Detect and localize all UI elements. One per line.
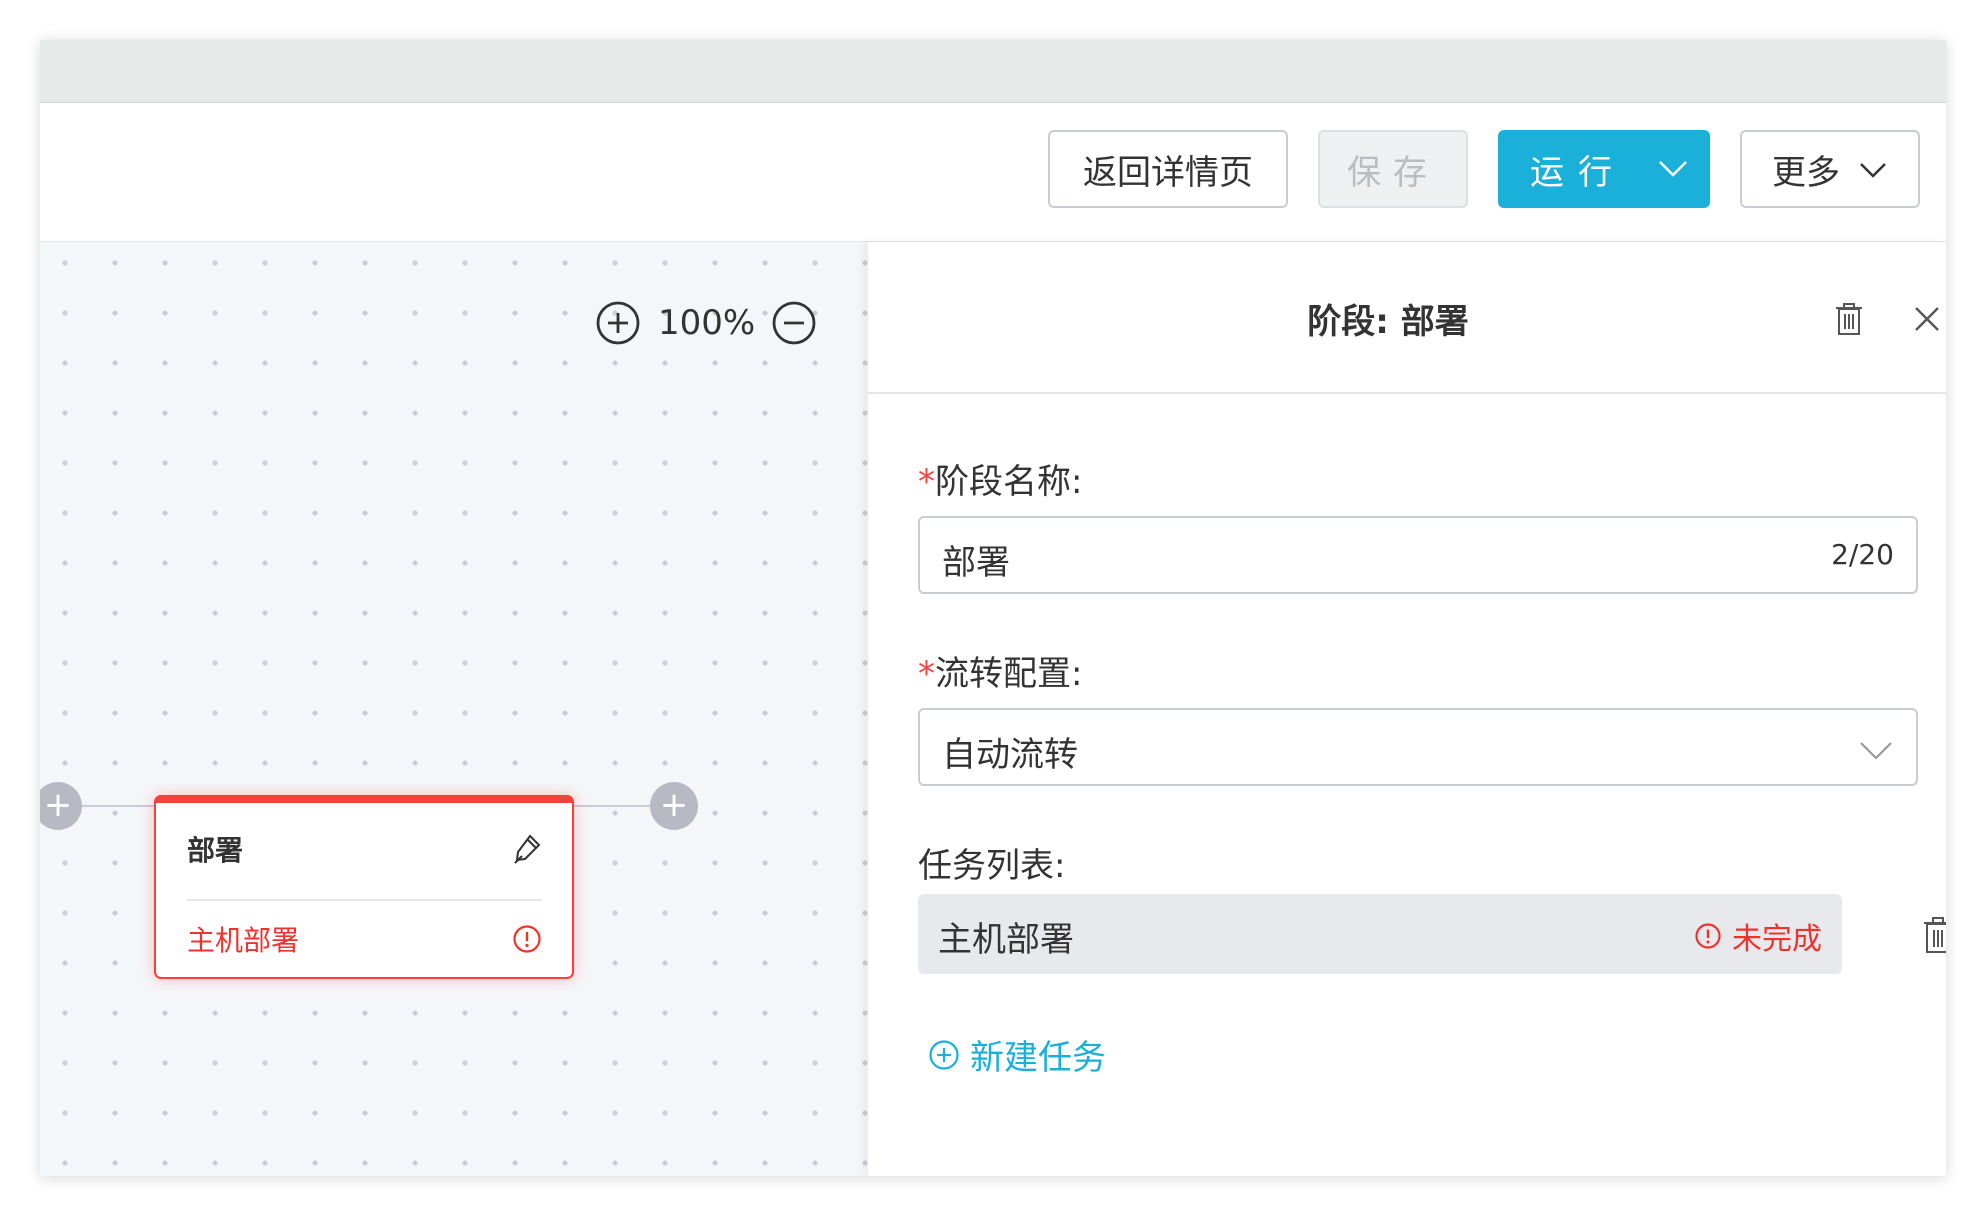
flow-config-label: *流转配置: [918, 654, 1083, 694]
stage-card-title: 部署 [187, 834, 244, 867]
task-status: 未完成 [1694, 914, 1822, 958]
stage-config-panel: 阶段: 部署 *阶段名称: 部署 2/20 *流转配置: 自动流转 任务列表: … [868, 242, 1946, 1176]
chevron-down-icon [1860, 742, 1892, 760]
required-asterisk: * [918, 462, 935, 502]
more-button[interactable]: 更多 [1740, 130, 1920, 208]
char-counter: 2/20 [1831, 538, 1894, 571]
window-titlebar [40, 40, 1946, 103]
task-name: 主机部署 [938, 920, 1074, 960]
close-icon[interactable] [1914, 306, 1940, 332]
trash-icon[interactable] [1834, 302, 1864, 336]
stage-name-value: 部署 [942, 543, 1010, 583]
chevron-down-icon[interactable] [1656, 153, 1690, 183]
zoom-level: 100% [658, 303, 756, 343]
task-list-label: 任务列表: [918, 846, 1066, 886]
more-button-label: 更多 [1772, 152, 1840, 193]
task-status-text: 未完成 [1732, 922, 1822, 957]
flow-config-select[interactable]: 自动流转 [918, 708, 1918, 786]
zoom-out-icon[interactable] [771, 300, 817, 346]
edit-icon[interactable] [512, 833, 542, 865]
panel-header: 阶段: 部署 [868, 242, 1946, 394]
top-toolbar: 返回详情页 保存 运行 更多 [40, 103, 1946, 242]
trash-icon[interactable] [1922, 916, 1946, 954]
stage-name-input[interactable]: 部署 2/20 [918, 516, 1918, 594]
run-button-label: 运行 [1530, 152, 1626, 193]
app-window: 返回详情页 保存 运行 更多 100% + + 部署 主机部署 阶段: 部署 *… [40, 40, 1946, 1176]
stage-name-label: *阶段名称: [918, 462, 1083, 502]
flow-config-value: 自动流转 [942, 735, 1078, 775]
panel-title: 阶段: 部署 [1307, 302, 1469, 342]
connector-right [574, 805, 654, 807]
chevron-down-icon [1860, 163, 1886, 178]
stage-card-task[interactable]: 主机部署 [187, 919, 299, 959]
save-button[interactable]: 保存 [1318, 130, 1468, 208]
new-task-label: 新建任务 [970, 1038, 1106, 1078]
add-stage-before-button[interactable]: + [40, 782, 82, 830]
run-button[interactable]: 运行 [1498, 130, 1710, 208]
alert-circle-icon [513, 925, 541, 953]
plus-circle-icon [929, 1039, 959, 1070]
new-task-button[interactable]: 新建任务 [928, 1030, 1106, 1079]
zoom-in-icon[interactable] [595, 300, 641, 346]
back-to-detail-button[interactable]: 返回详情页 [1048, 130, 1288, 208]
required-asterisk: * [918, 654, 935, 694]
stage-card[interactable]: 部署 主机部署 [154, 795, 574, 979]
stage-card-divider [187, 899, 542, 901]
add-stage-after-button[interactable]: + [650, 782, 698, 830]
pipeline-canvas[interactable]: 100% + + 部署 主机部署 [40, 242, 868, 1176]
task-row[interactable]: 主机部署 未完成 [918, 894, 1842, 974]
alert-circle-icon [1695, 923, 1721, 949]
